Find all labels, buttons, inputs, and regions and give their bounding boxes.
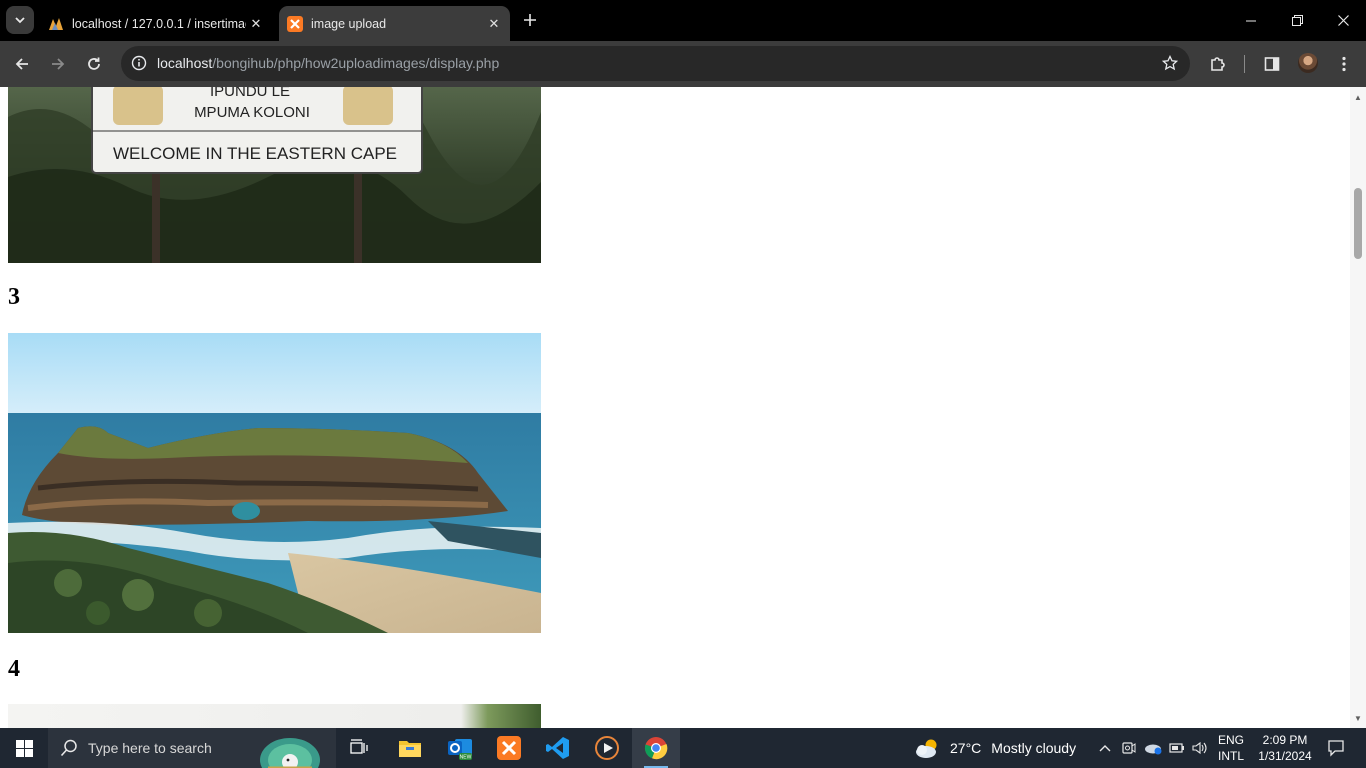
chevron-down-icon — [15, 17, 25, 24]
eastern-cape-sign-photo: IPUNDU LE MPUMA KOLONI WELCOME IN THE EA… — [8, 87, 541, 263]
vscode-button[interactable] — [534, 728, 582, 768]
video-camera-icon — [1122, 742, 1136, 754]
onedrive-cloud-icon — [1145, 744, 1162, 755]
site-info-icon[interactable] — [129, 53, 149, 73]
media-player-button[interactable] — [583, 728, 631, 768]
xampp-button[interactable] — [485, 728, 533, 768]
phpmyadmin-icon — [48, 16, 64, 32]
tab-phpmyadmin[interactable]: localhost / 127.0.0.1 / insertimage ✕ — [40, 6, 272, 41]
start-button[interactable] — [0, 728, 48, 768]
vscode-icon — [546, 737, 569, 759]
windows-logo-icon — [15, 739, 33, 757]
speaker-icon — [1192, 741, 1207, 755]
svg-text:NEW: NEW — [460, 755, 472, 761]
scroll-up-arrow-icon[interactable]: ▲ — [1350, 89, 1366, 105]
battery-icon — [1169, 743, 1184, 753]
tab-image-upload[interactable]: image upload ✕ — [279, 6, 510, 41]
task-view-button[interactable] — [336, 728, 384, 768]
weather-condition: Mostly cloudy — [991, 740, 1077, 756]
url-path: /bongihub/php/how2uploadimages/display.p… — [212, 55, 500, 71]
close-tab-icon[interactable]: ✕ — [484, 14, 504, 34]
image-heading-4: 4 — [8, 656, 20, 682]
tab-title: localhost / 127.0.0.1 / insertimage — [72, 16, 246, 31]
media-player-icon — [595, 736, 619, 760]
extensions-button[interactable] — [1203, 49, 1233, 79]
partial-photo — [8, 704, 541, 728]
clock-date: 1/31/2024 — [1258, 749, 1312, 763]
close-window-button[interactable] — [1320, 0, 1366, 41]
tab-search-button[interactable] — [6, 6, 34, 34]
reload-button[interactable] — [79, 49, 109, 79]
browser-tab-strip: localhost / 127.0.0.1 / insertimage ✕ im… — [0, 0, 1366, 41]
side-panel-button[interactable] — [1257, 49, 1287, 79]
file-explorer-button[interactable] — [386, 728, 434, 768]
image-heading-3: 3 — [8, 284, 20, 310]
weather-widget[interactable]: 27°C Mostly cloudy — [914, 728, 1076, 768]
new-tab-button[interactable] — [518, 8, 542, 32]
address-bar[interactable]: localhost/bongihub/php/how2uploadimages/… — [121, 46, 1190, 81]
language-code: ENG — [1217, 733, 1244, 747]
tab-title: image upload — [311, 16, 387, 31]
clock-time: 2:09 PM — [1262, 733, 1308, 747]
battery-button[interactable] — [1166, 728, 1188, 768]
url-text[interactable]: localhost/bongihub/php/how2uploadimages/… — [157, 55, 499, 71]
scroll-down-arrow-icon[interactable]: ▼ — [1350, 710, 1366, 726]
forward-button[interactable] — [43, 49, 73, 79]
close-icon — [1337, 15, 1349, 26]
kebab-menu-icon — [1342, 56, 1346, 72]
toolbar-separator — [1244, 55, 1245, 73]
show-hidden-icons-button[interactable] — [1094, 728, 1116, 768]
language-indicator[interactable]: ENG INTL — [1213, 732, 1249, 764]
restore-icon — [1291, 15, 1303, 26]
back-button[interactable] — [7, 49, 37, 79]
taskbar-search-box[interactable]: Type here to search — [48, 728, 336, 768]
restore-button[interactable] — [1274, 0, 1320, 41]
xampp-icon — [497, 736, 521, 760]
file-explorer-icon — [399, 741, 421, 757]
profile-avatar[interactable] — [1298, 53, 1318, 73]
windows-taskbar: Type here to search NEW 27°C Mostly clou… — [0, 728, 1366, 768]
chevron-up-icon — [1099, 745, 1111, 752]
search-placeholder: Type here to search — [88, 740, 212, 756]
sign-line-1: IPUNDU LE — [210, 87, 290, 100]
task-view-icon — [350, 739, 368, 754]
forward-arrow-icon — [52, 58, 65, 70]
notifications-button[interactable] — [1320, 728, 1352, 768]
bookmark-star-icon[interactable] — [1160, 53, 1180, 73]
keyboard-layout: INTL — [1217, 749, 1244, 763]
meet-now-button[interactable] — [1118, 728, 1140, 768]
puzzle-icon — [1211, 57, 1225, 71]
browser-toolbar: localhost/bongihub/php/how2uploadimages/… — [0, 41, 1366, 87]
search-icon — [60, 739, 78, 762]
xampp-icon — [287, 15, 303, 32]
minimize-button[interactable] — [1228, 0, 1274, 41]
notification-icon — [1328, 740, 1344, 757]
chrome-button[interactable] — [632, 728, 680, 768]
reload-icon — [88, 57, 100, 70]
weather-temperature: 27°C — [950, 740, 982, 756]
system-clock[interactable]: 2:09 PM 1/31/2024 — [1248, 732, 1322, 764]
plus-icon — [524, 14, 536, 26]
browser-menu-button[interactable] — [1329, 49, 1359, 79]
sign-line-3: WELCOME IN THE EASTERN CAPE — [113, 144, 397, 163]
close-tab-icon[interactable]: ✕ — [246, 14, 266, 34]
outlook-icon: NEW — [448, 739, 472, 761]
page-scrollbar[interactable]: ▲ ▼ — [1350, 87, 1366, 728]
onedrive-button[interactable] — [1141, 728, 1165, 768]
back-arrow-icon — [15, 58, 28, 70]
partly-cloudy-icon — [916, 739, 937, 758]
minimize-icon — [1246, 20, 1256, 21]
search-highlight-peacock-icon — [260, 738, 320, 768]
outlook-button[interactable]: NEW — [436, 728, 484, 768]
scrollbar-thumb[interactable] — [1354, 188, 1362, 259]
page-content: IPUNDU LE MPUMA KOLONI WELCOME IN THE EA… — [0, 87, 1350, 728]
side-panel-icon — [1264, 57, 1280, 71]
url-host: localhost — [157, 55, 213, 71]
volume-button[interactable] — [1189, 728, 1211, 768]
sign-line-2: MPUMA KOLONI — [194, 104, 310, 121]
coastal-rock-photo — [8, 333, 541, 633]
chrome-icon — [644, 737, 668, 760]
